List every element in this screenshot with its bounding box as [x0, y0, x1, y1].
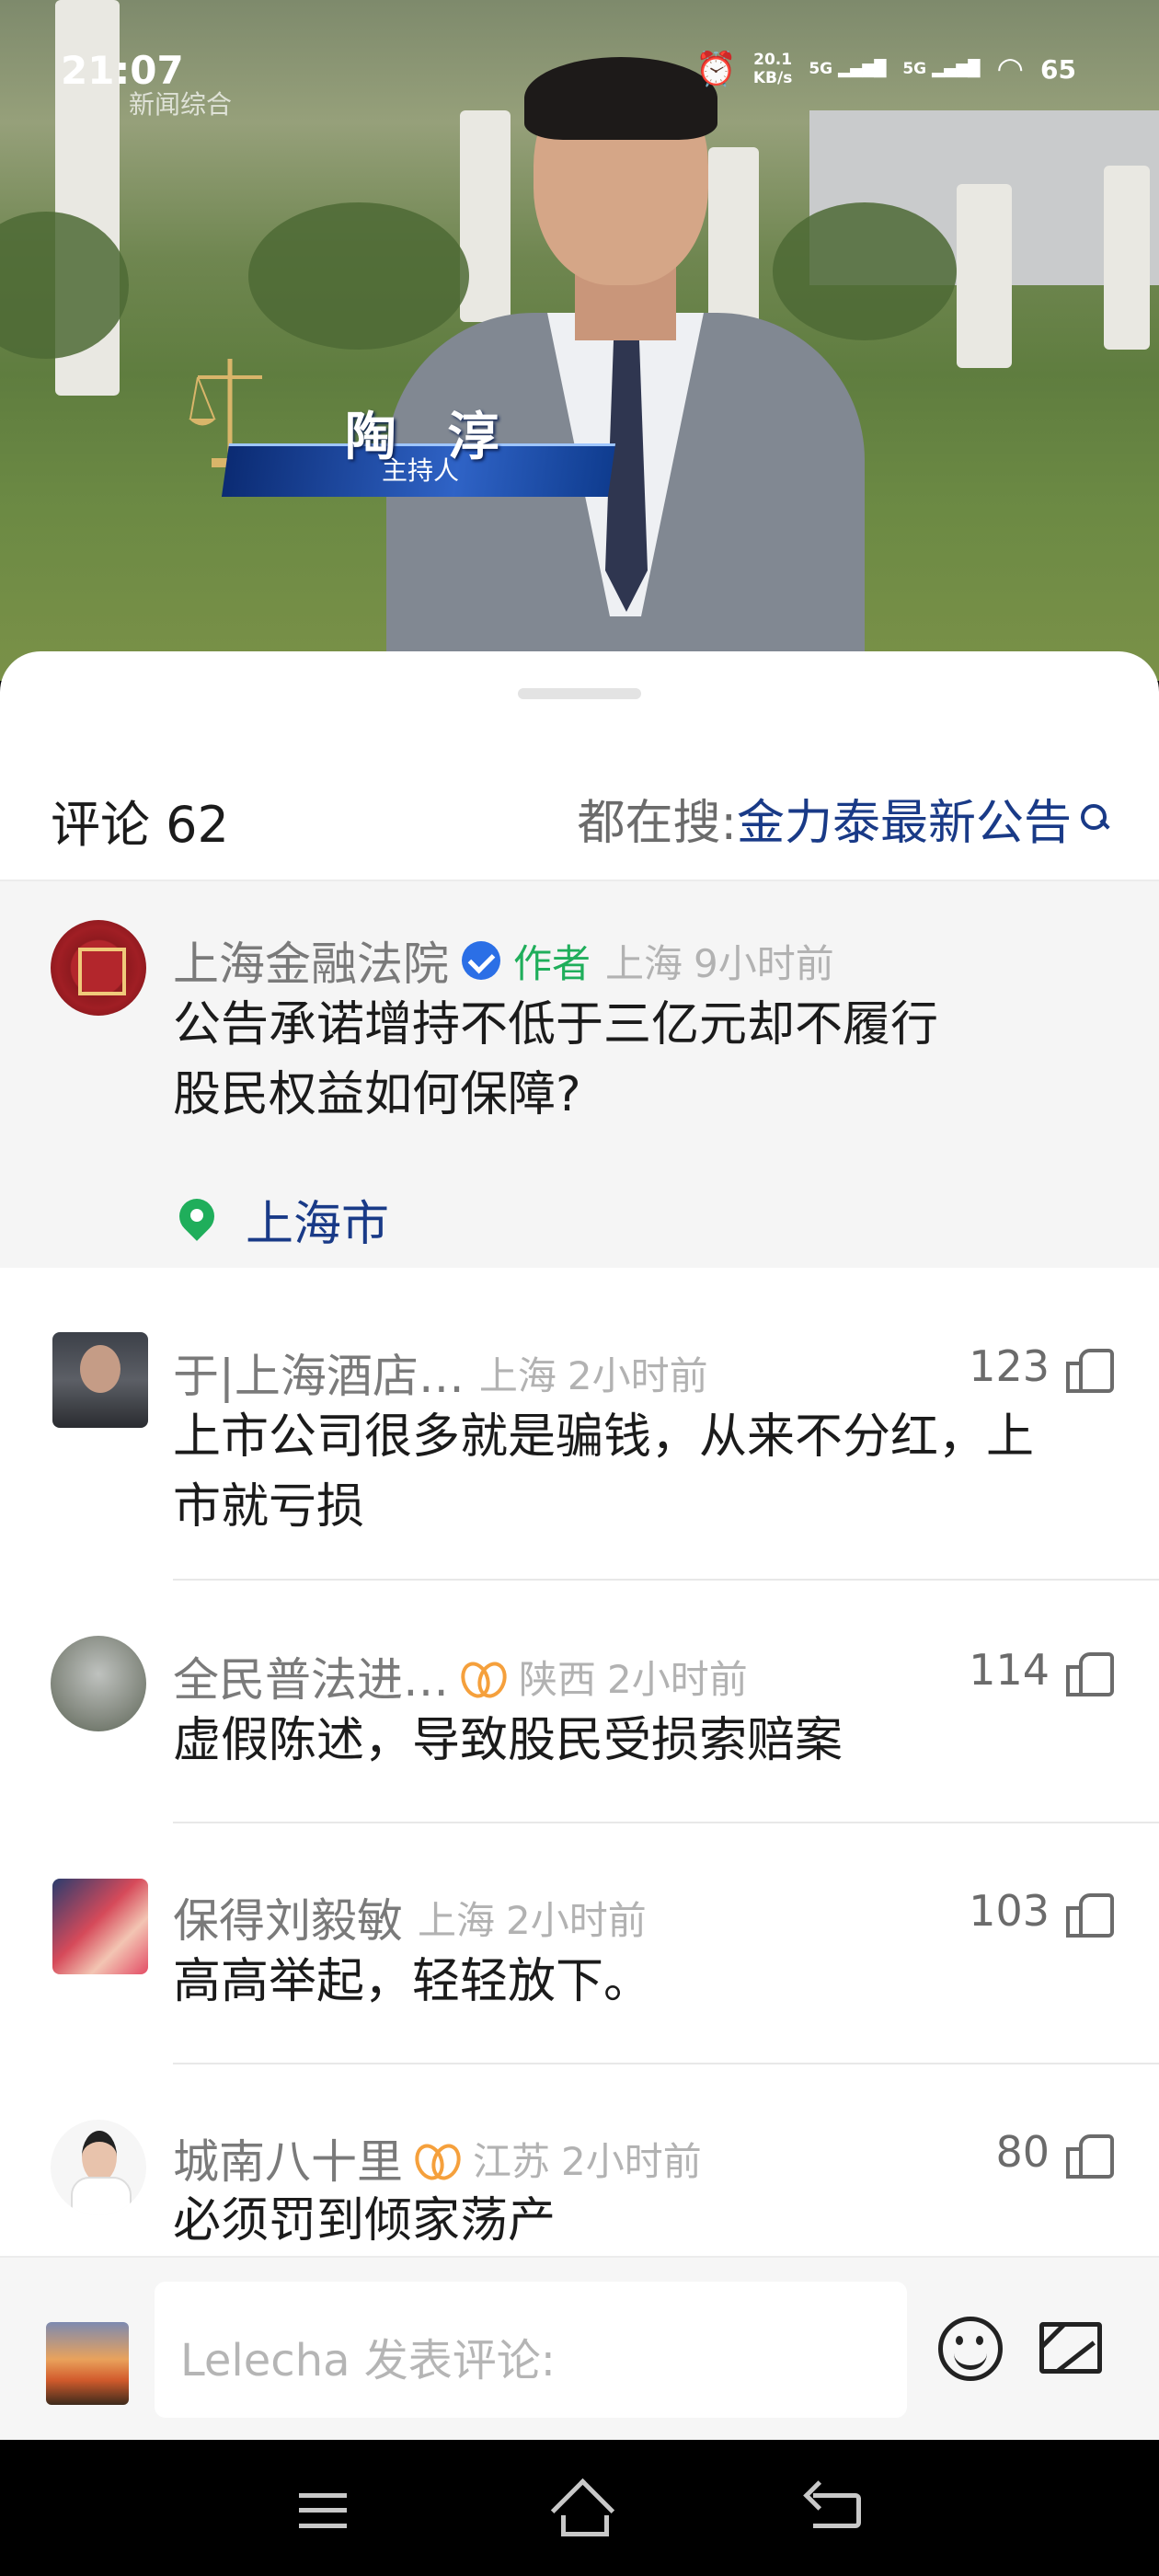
thumbs-up-icon[interactable]	[1066, 1890, 1114, 1938]
comment-item[interactable]: 城南八十里 江苏 2小时前 80 必须罚到倾家荡产	[0, 2109, 1159, 2274]
like-count: 103	[969, 1886, 1050, 1936]
comment-text: 上市公司很多就是骗钱，从来不分红，上 市就亏损	[173, 1409, 1035, 1535]
comment-meta: 保得刘毅敏 上海 2小时前	[173, 1884, 647, 1950]
menu-icon[interactable]	[299, 2493, 347, 2528]
comment-region: 上海	[418, 1897, 496, 1943]
comment-username[interactable]: 全民普法进…	[173, 1643, 449, 1709]
comment-text: 公告承诺增持不低于三亿元却不履行 股民权益如何保障?	[173, 997, 939, 1122]
thumbs-up-icon[interactable]	[1066, 1345, 1114, 1393]
divider	[173, 1579, 1159, 1581]
video-player[interactable]: 陶 淳 主持人 21:07 新闻综合 ⏰ 20.1 KB/s 5G ▂▄▆█ 5…	[0, 0, 1159, 681]
home-icon[interactable]	[552, 2484, 609, 2536]
status-icons: ⏰ 20.1 KB/s 5G ▂▄▆█ 5G ▂▄▆█ ◠ 65	[695, 50, 1076, 88]
comment-meta: 全民普法进… 陕西 2小时前	[173, 1643, 748, 1709]
comment-item[interactable]: 全民普法进… 陕西 2小时前 114 虚假陈述，导致股民受损索赔案	[0, 1625, 1159, 1790]
user-avatar[interactable]	[51, 1636, 146, 1731]
like-button[interactable]: 80	[995, 2127, 1114, 2179]
pinned-comment[interactable]: 上海金融法院 作者 上海 9小时前 公告承诺增持不低于三亿元却不履行 股民权益如…	[0, 881, 1159, 1268]
tree-trunk	[957, 184, 1012, 368]
comment-meta: 上海金融法院 作者 上海 9小时前	[173, 927, 834, 994]
user-avatar[interactable]	[52, 1332, 148, 1428]
location-pin-icon	[179, 1199, 214, 1241]
comment-region: 陕西	[519, 1656, 597, 1702]
comment-region: 江苏	[473, 2138, 551, 2184]
emoji-icon[interactable]	[938, 2317, 1003, 2381]
signal-5g-2: 5G ▂▄▆█	[902, 60, 981, 78]
name-caption: 陶 淳 主持人	[207, 396, 616, 506]
comment-input-bar: Lelecha 发表评论:	[0, 2256, 1159, 2440]
comment-time: 2小时前	[567, 1352, 708, 1398]
creator-badge-icon	[416, 2140, 458, 2177]
comment-text: 虚假陈述，导致股民受损索赔案	[173, 1713, 843, 1768]
comment-region: 上海	[478, 1352, 557, 1398]
presenter	[386, 57, 865, 681]
battery-indicator: 65	[1040, 53, 1076, 85]
caption-role: 主持人	[382, 455, 460, 486]
network-speed: 20.1 KB/s	[752, 51, 793, 87]
tree-trunk	[1104, 166, 1150, 350]
user-avatar[interactable]	[52, 1879, 148, 1974]
like-button[interactable]: 114	[969, 1645, 1114, 1696]
like-count: 80	[995, 2127, 1050, 2177]
hot-search-link[interactable]: 都在搜: 金力泰最新公告	[577, 784, 1108, 853]
back-icon[interactable]	[813, 2493, 861, 2528]
comments-header: 评论 62 都在搜: 金力泰最新公告	[0, 762, 1159, 891]
comment-username[interactable]: 于|上海酒店…	[173, 1340, 465, 1406]
comment-item[interactable]: 于|上海酒店… 上海 2小时前 123 上市公司很多就是骗钱，从来不分红，上 市…	[0, 1314, 1159, 1535]
author-tag: 作者	[513, 940, 591, 986]
creator-badge-icon	[462, 1658, 504, 1695]
search-icon[interactable]	[1079, 803, 1108, 834]
comment-meta: 于|上海酒店… 上海 2小时前	[173, 1340, 708, 1406]
comment-meta: 城南八十里 江苏 2小时前	[173, 2125, 702, 2191]
comment-input[interactable]: Lelecha 发表评论:	[155, 2282, 907, 2418]
like-button[interactable]: 103	[969, 1886, 1114, 1938]
image-icon[interactable]	[1039, 2322, 1102, 2374]
comment-text: 必须罚到倾家荡产	[173, 2193, 557, 2248]
comment-time: 9小时前	[694, 940, 834, 986]
like-count: 123	[969, 1341, 1050, 1391]
alarm-icon: ⏰	[695, 51, 737, 88]
location-label[interactable]: 上海市	[246, 1185, 389, 1254]
comment-username[interactable]: 上海金融法院	[173, 927, 449, 994]
like-button[interactable]: 123	[969, 1341, 1114, 1393]
verified-icon	[462, 941, 500, 980]
thumbs-up-icon[interactable]	[1066, 2131, 1114, 2179]
comment-username[interactable]: 城南八十里	[173, 2125, 403, 2191]
like-count: 114	[969, 1645, 1050, 1695]
court-seal-avatar[interactable]	[51, 920, 146, 1016]
channel-watermark: 新闻综合	[129, 89, 233, 120]
hot-search-term[interactable]: 金力泰最新公告	[737, 784, 1072, 853]
comment-time: 2小时前	[506, 1897, 647, 1943]
wifi-icon: ◠	[996, 51, 1025, 87]
comment-item[interactable]: 保得刘毅敏 上海 2小时前 103 高高举起，轻轻放下。	[0, 1868, 1159, 2033]
system-nav-bar	[0, 2440, 1159, 2576]
comments-count-title: 评论 62	[51, 796, 229, 854]
my-avatar[interactable]	[46, 2322, 129, 2405]
comment-time: 2小时前	[607, 1656, 748, 1702]
signal-5g-1: 5G ▂▄▆█	[809, 60, 887, 78]
comment-input-placeholder: Lelecha 发表评论:	[180, 2335, 556, 2386]
hot-search-label: 都在搜:	[577, 796, 737, 851]
sheet-drag-handle[interactable]	[518, 688, 641, 699]
comment-time: 2小时前	[561, 2138, 702, 2184]
status-bar: 21:07 新闻综合 ⏰ 20.1 KB/s 5G ▂▄▆█ 5G ▂▄▆█ ◠…	[0, 0, 1159, 147]
comment-username[interactable]: 保得刘毅敏	[173, 1884, 403, 1950]
divider	[173, 2063, 1159, 2064]
location-link[interactable]: 上海市	[179, 1185, 389, 1254]
comments-sheet: 评论 62 都在搜: 金力泰最新公告 上海金融法院 作者 上海 9小时前 公告承…	[0, 651, 1159, 2441]
divider	[173, 1822, 1159, 1823]
thumbs-up-icon[interactable]	[1066, 1649, 1114, 1696]
user-avatar[interactable]	[51, 2120, 146, 2215]
comment-text: 高高举起，轻轻放下。	[173, 1954, 652, 2009]
comment-region: 上海	[605, 940, 683, 986]
